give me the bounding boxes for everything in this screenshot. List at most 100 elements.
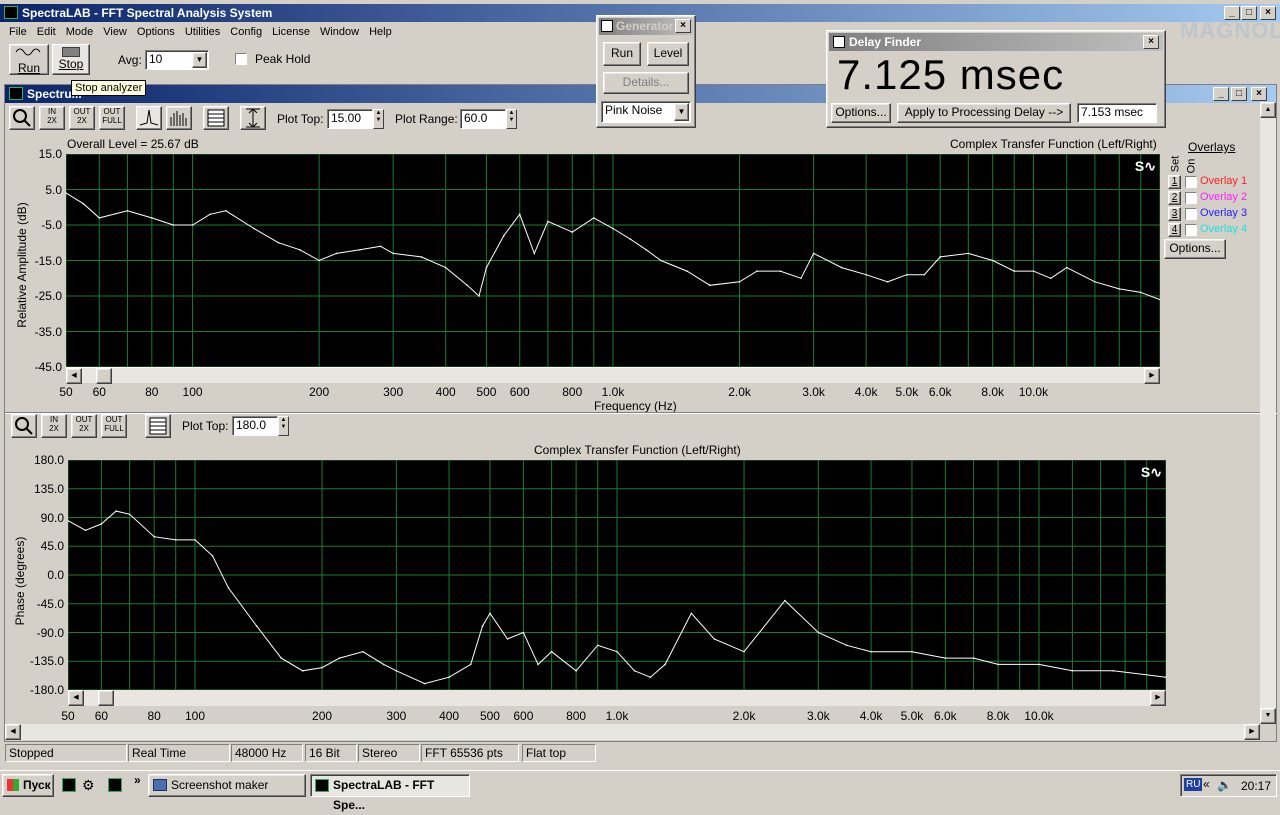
scroll-thumb[interactable] [98,690,114,706]
autoscale-button[interactable] [240,106,266,130]
phase-plot-top-input[interactable]: 180.0 [232,416,278,436]
quicklaunch-gear-icon[interactable]: ⚙ [82,777,95,794]
data-point [1065,266,1068,269]
phase-table-button[interactable] [145,414,171,438]
task-spectralab[interactable]: SpectraLAB - FFT Spe... [310,774,470,812]
x-tick-label: 100 [185,709,206,723]
menu-file[interactable]: File [4,23,32,41]
generator-details-button[interactable]: Details... [603,72,689,94]
menu-mode[interactable]: Mode [61,23,99,41]
menu-options[interactable]: Options [132,23,180,41]
stop-button[interactable]: Stop [52,44,90,75]
phase-zoom-button[interactable] [11,414,37,438]
phase-zoom-in-button[interactable]: IN 2X [41,414,67,438]
overlay-set-button[interactable]: 3 [1168,207,1181,221]
scroll-left-icon[interactable]: ◀ [5,724,21,740]
menu-license[interactable]: License [267,23,315,41]
generator-level-button[interactable]: Level [647,42,689,66]
menu-window[interactable]: Window [315,23,364,41]
menu-help[interactable]: Help [364,23,397,41]
x-tick-label: 8.0k [981,385,1005,399]
bar-plot-button[interactable] [166,106,192,130]
plot-top-spinner[interactable]: ▲ ▼ [373,109,384,129]
scroll-down-icon[interactable]: ▼ [1260,708,1276,724]
amplitude-scrollbar[interactable]: ◀ ▶ [66,367,1160,384]
window-scrollbar[interactable]: ▲ ▼ [1260,102,1276,724]
app-title: SpectraLAB - FFT Spectral Analysis Syste… [22,6,273,20]
zoom-in-2x-button[interactable]: IN 2X [39,106,65,130]
chevron-down-icon[interactable]: ▼ [192,52,207,68]
avg-select[interactable]: 10 ▼ [145,50,209,70]
zoom-button[interactable] [9,106,35,130]
spectrum-close-button[interactable]: × [1251,87,1267,101]
spectrum-minimize-button[interactable]: _ [1213,87,1229,101]
delay-options-button[interactable]: Options... [831,103,891,123]
scroll-left-icon[interactable]: ◀ [68,690,84,706]
phase-zoom-full-button[interactable]: OUT FULL [101,414,127,438]
phase-plot[interactable]: S∿ [68,460,1166,690]
phase-plot-top-spinner[interactable]: ▲ ▼ [278,416,289,436]
data-point [944,657,947,659]
delay-finder-icon [833,36,845,48]
quicklaunch-app-icon[interactable] [108,778,122,792]
data-point [1139,291,1142,294]
overlay-on-checkbox[interactable] [1185,192,1197,204]
scroll-right-icon[interactable]: ▶ [1244,724,1260,740]
delay-value-field[interactable]: 7.153 msec [1077,103,1157,123]
overlay-set-button[interactable]: 4 [1168,223,1181,237]
scroll-thumb[interactable] [96,368,112,384]
generator-close-button[interactable]: × [675,19,691,33]
windows-logo-icon [7,779,19,791]
run-button[interactable]: Run [9,44,49,75]
table-view-button[interactable] [203,106,229,130]
scroll-right-icon[interactable]: ▶ [1150,690,1166,706]
quicklaunch-more-icon[interactable]: » [134,773,141,787]
generator-signal-select[interactable]: Pink Noise ▼ [601,101,691,123]
plot-top-input[interactable]: 15.00 [327,109,373,129]
zoom-full-button[interactable]: OUT FULL [99,106,125,130]
start-button[interactable]: Пуск [2,774,54,797]
overlay-options-button[interactable]: Options... [1164,239,1226,259]
scroll-up-icon[interactable]: ▲ [1260,102,1276,118]
generator-titlebar[interactable]: Generator × [599,18,693,35]
quicklaunch-spectralab-icon[interactable] [62,778,76,792]
volume-icon[interactable]: 🔈 [1217,778,1232,792]
amplitude-plot[interactable]: S∿ [66,154,1160,367]
data-point [466,284,468,287]
spectrum-maximize-button[interactable]: □ [1231,87,1247,101]
menu-config[interactable]: Config [225,23,267,41]
task-screenshot-maker[interactable]: Screenshot maker [148,774,306,797]
overlay-on-checkbox[interactable] [1185,208,1197,220]
plot-range-input[interactable]: 60.0 [460,109,506,129]
peak-hold-checkbox[interactable] [235,53,247,65]
plot-range-spinner[interactable]: ▲ ▼ [506,109,517,129]
menu-view[interactable]: View [98,23,132,41]
overlay-set-button[interactable]: 1 [1168,175,1181,189]
overlay-on-checkbox[interactable] [1185,176,1197,188]
data-point [817,631,820,634]
apply-delay-button[interactable]: Apply to Processing Delay --> [897,103,1071,123]
y-tick-label: 45.0 [40,539,64,554]
zoom-out-2x-button[interactable]: OUT 2X [69,106,95,130]
line-plot-button[interactable] [136,106,162,130]
language-indicator[interactable]: RU [1184,778,1203,791]
delay-finder-window: Delay Finder × 7.125 msec Options... App… [826,30,1166,128]
phase-zoom-out-button[interactable]: OUT 2X [71,414,97,438]
delay-finder-titlebar[interactable]: Delay Finder × [829,33,1163,51]
overlay-set-button[interactable]: 2 [1168,191,1181,205]
scroll-right-icon[interactable]: ▶ [1144,368,1160,384]
generator-run-button[interactable]: Run [603,42,641,66]
delay-finder-close-button[interactable]: × [1143,35,1159,49]
menu-edit[interactable]: Edit [32,23,61,41]
splitter[interactable] [5,412,1277,414]
tray-expand-icon[interactable]: « [1203,777,1210,791]
scroll-left-icon[interactable]: ◀ [66,368,82,384]
window-hscrollbar[interactable]: ◀ ▶ [5,724,1260,740]
chevron-down-icon[interactable]: ▼ [674,103,689,121]
menu-utilities[interactable]: Utilities [180,23,225,41]
phase-scrollbar[interactable]: ◀ ▶ [68,690,1166,706]
data-point [709,284,711,287]
x-tick-label: 200 [312,709,333,723]
overlay-on-checkbox[interactable] [1185,224,1197,236]
data-point [128,513,131,516]
